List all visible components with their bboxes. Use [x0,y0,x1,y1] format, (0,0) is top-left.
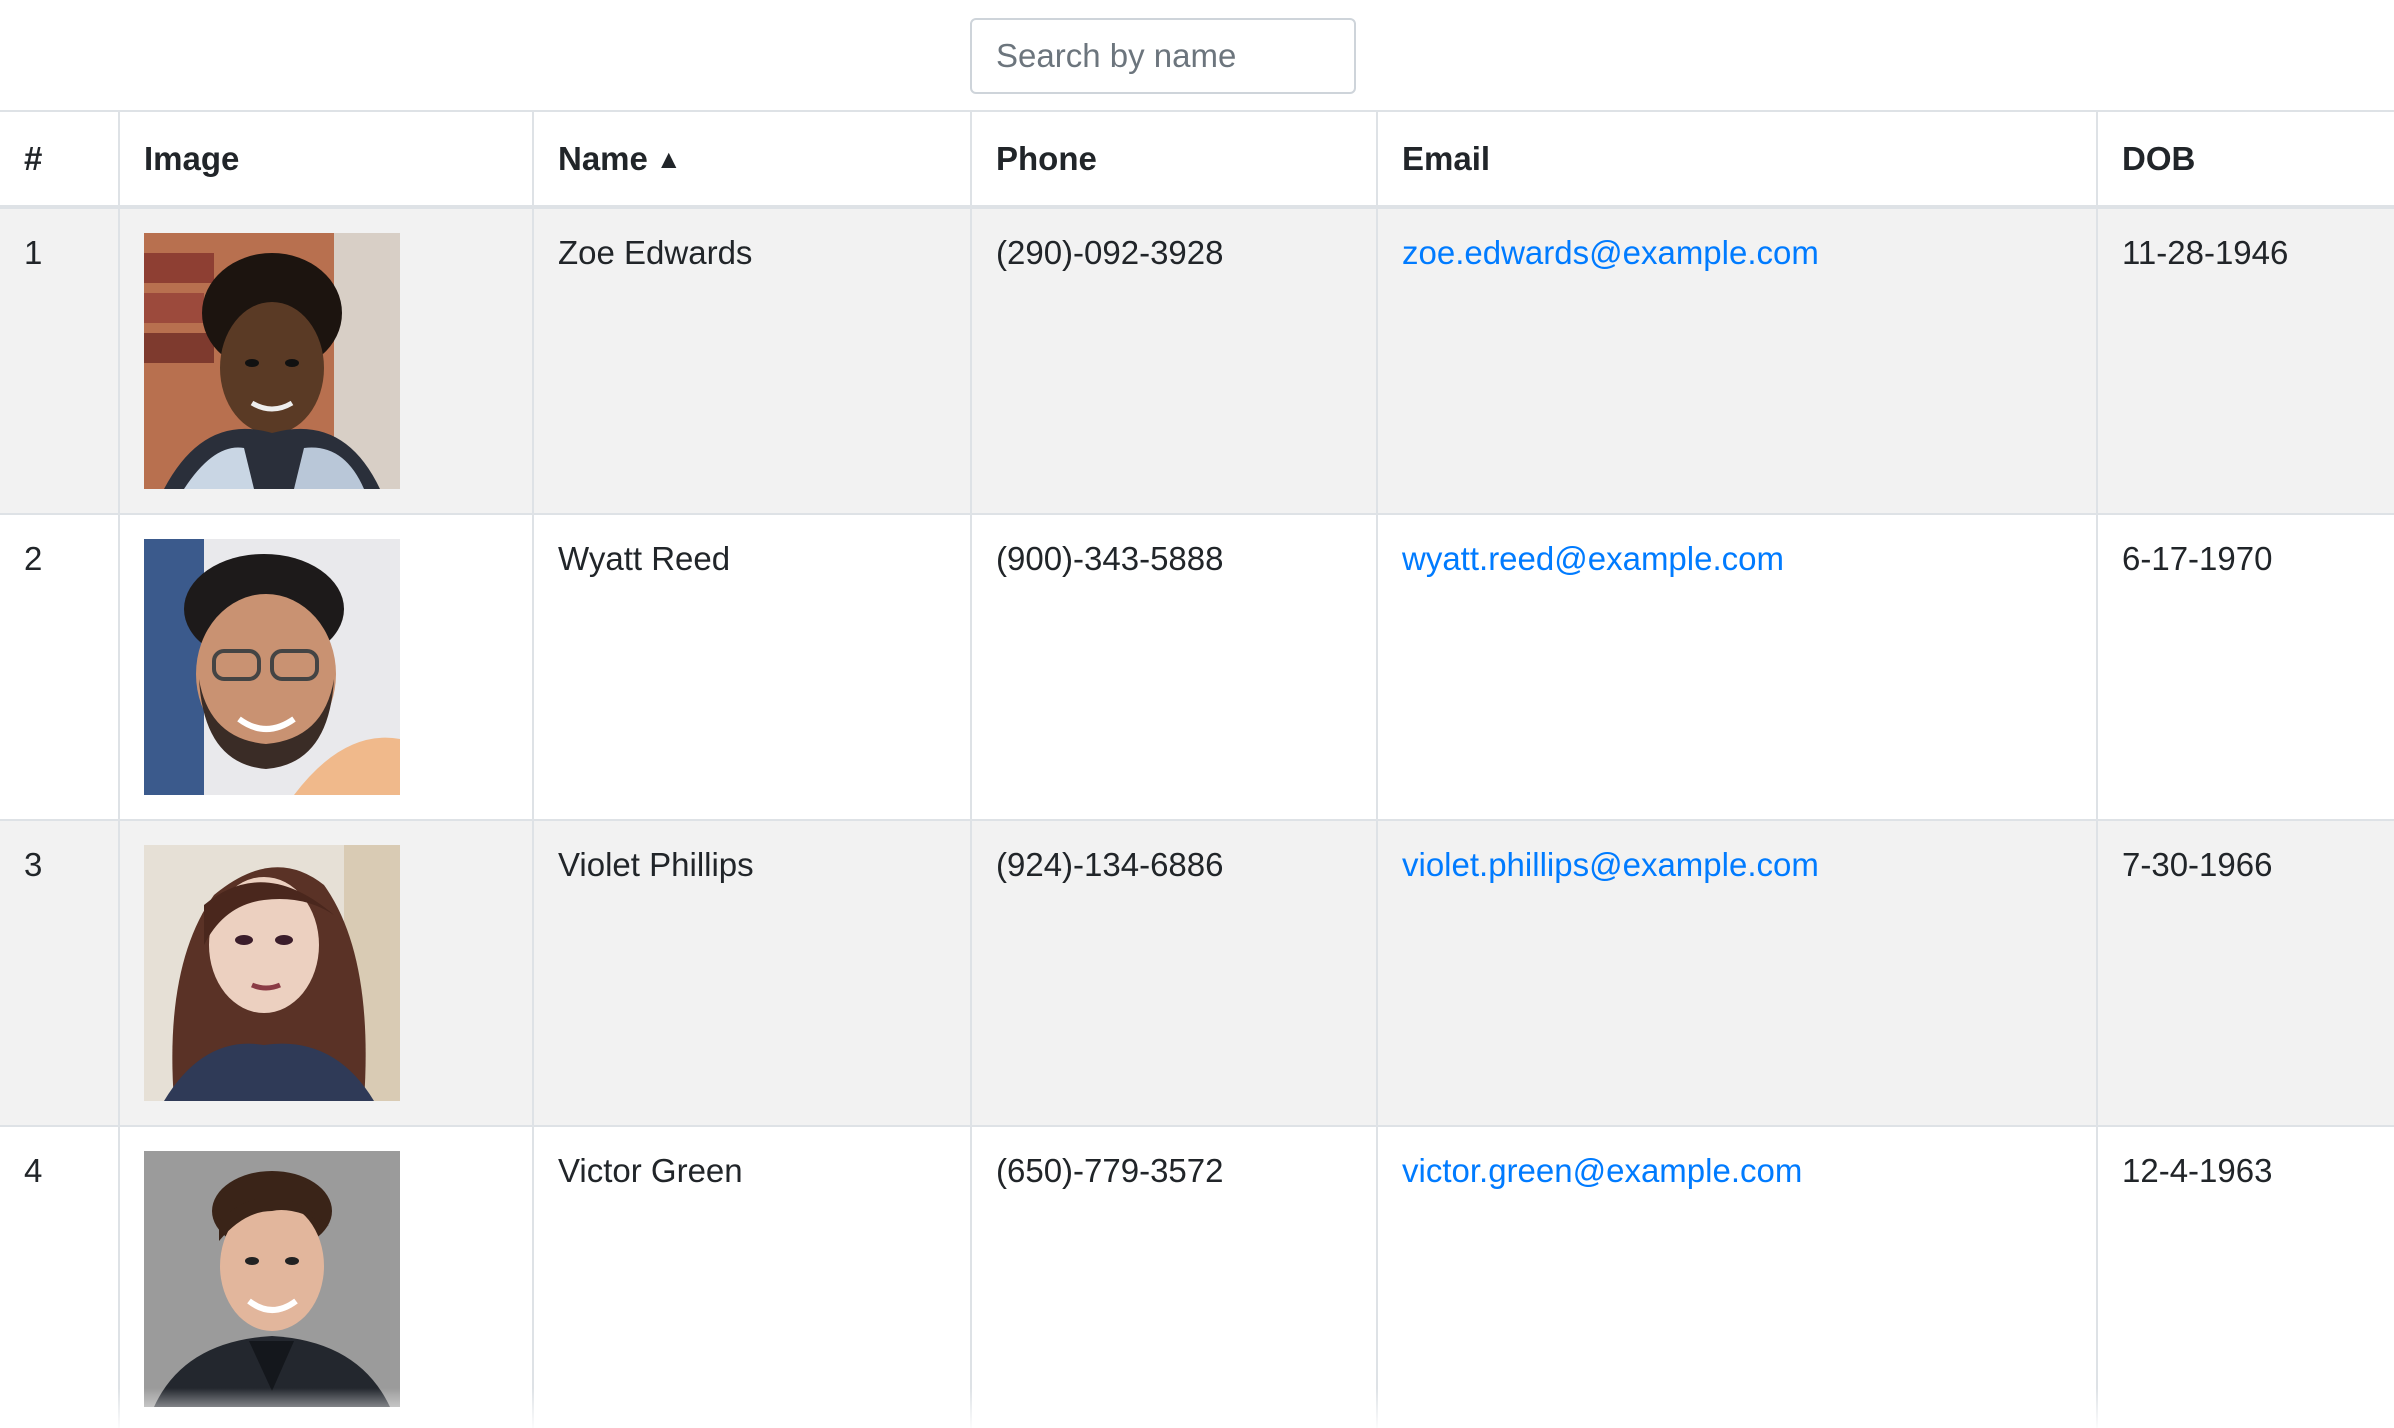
cell-email: zoe.edwards@example.com [1376,207,2097,515]
cell-phone: (900)-343-5888 [970,514,1377,821]
cell-dob: 11-28-1946 [2096,207,2394,515]
table-header-row: # Image Name ▲ Phone Email DOB [0,110,2394,209]
cell-num: 1 [0,207,119,515]
avatar [144,233,400,489]
column-header-num[interactable]: # [0,110,119,209]
cell-num: 4 [0,1126,119,1428]
cell-dob: 6-17-1970 [2096,514,2394,821]
column-header-label: Phone [996,139,1097,177]
email-link[interactable]: wyatt.reed@example.com [1402,540,1784,577]
cell-phone: (924)-134-6886 [970,820,1377,1127]
email-link[interactable]: victor.green@example.com [1402,1152,1802,1189]
cell-name: Zoe Edwards [532,207,971,515]
avatar [144,539,400,795]
cell-email: wyatt.reed@example.com [1376,514,2097,821]
users-table: # Image Name ▲ Phone Email DOB 1 Zoe Edw… [0,110,2394,1428]
page: # Image Name▲ Phone Email DOB 1 [0,0,2394,1428]
cell-num: 2 [0,514,119,821]
column-header-name[interactable]: Name ▲ [532,110,971,209]
cell-email: violet.phillips@example.com [1376,820,2097,1127]
cell-phone: (650)-779-3572 [970,1126,1377,1428]
avatar [144,1151,400,1407]
column-header-label: Email [1402,139,1491,177]
table-row: 4 Victor Green (650)-779-3572 victor.gre… [0,1126,2394,1428]
cell-name: Wyatt Reed [532,514,971,821]
avatar [144,845,400,1101]
table-row: 1 Zoe Edwards (290)-092-3928 zoe.edwards… [0,207,2394,515]
column-header-label: DOB [2122,139,2196,177]
cell-name: Victor Green [532,1126,971,1428]
cell-image [118,820,533,1127]
search-bar [0,0,2394,110]
cell-dob: 12-4-1963 [2096,1126,2394,1428]
search-input[interactable] [970,18,1356,94]
cell-dob: 7-30-1966 [2096,820,2394,1127]
column-header-dob[interactable]: DOB [2096,110,2394,209]
cell-email: victor.green@example.com [1376,1126,2097,1428]
email-link[interactable]: violet.phillips@example.com [1402,846,1819,883]
sort-ascending-icon: ▲ [655,143,682,174]
email-link[interactable]: zoe.edwards@example.com [1402,234,1819,271]
cell-phone: (290)-092-3928 [970,207,1377,515]
cell-num: 3 [0,820,119,1127]
cell-image [118,207,533,515]
column-header-label: Name [558,139,648,177]
column-header-image[interactable]: Image [118,110,533,209]
table-row: 2 Wyatt Reed (900)-343-5888 wyatt.reed@e… [0,514,2394,821]
table-row: 3 Violet Phillips (924)-134-6886 violet.… [0,820,2394,1127]
cell-image [118,514,533,821]
column-header-email[interactable]: Email [1376,110,2097,209]
column-header-label: Image [144,139,240,177]
column-header-phone[interactable]: Phone [970,110,1377,209]
cell-name: Violet Phillips [532,820,971,1127]
cell-image [118,1126,533,1428]
column-header-label: # [24,139,43,177]
